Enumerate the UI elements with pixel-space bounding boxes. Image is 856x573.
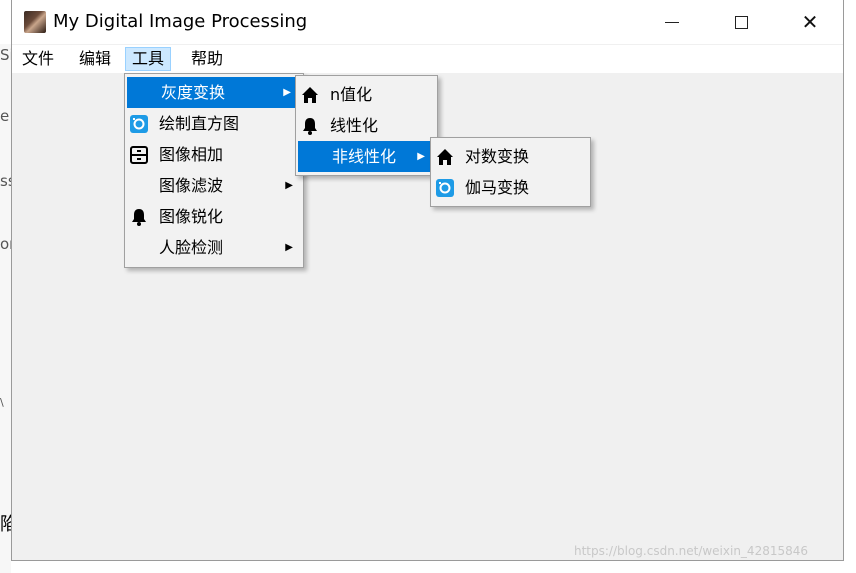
menu-edit[interactable]: 编辑 (73, 47, 117, 71)
menu-item-image-sharpen[interactable]: 图像锐化 (125, 201, 303, 232)
menu-item-nonlinear[interactable]: 非线性化 ▶ (298, 141, 435, 172)
maximize-button[interactable] (718, 0, 764, 44)
minimize-button[interactable] (649, 0, 695, 44)
camera-icon (435, 178, 455, 198)
menu-item-label: 线性化 (330, 116, 379, 135)
menu-item-label: 非线性化 (332, 147, 397, 166)
submenu-arrow-icon: ▶ (285, 180, 293, 191)
background-text-fragment: e (0, 107, 10, 125)
menu-tools[interactable]: 工具 (125, 47, 172, 71)
menu-help[interactable]: 帮助 (185, 47, 229, 71)
menu-item-draw-histogram[interactable]: 绘制直方图 (125, 108, 303, 139)
menu-item-label: 图像滤波 (159, 176, 224, 195)
panel-icon (129, 145, 149, 165)
close-button[interactable]: ✕ (787, 0, 833, 44)
menu-item-label: 绘制直方图 (159, 114, 240, 133)
close-icon: ✕ (801, 10, 819, 34)
menu-item-image-filter[interactable]: 图像滤波 ▶ (125, 170, 303, 201)
menu-item-label: n值化 (330, 85, 373, 104)
menu-item-label: 对数变换 (465, 147, 530, 166)
window-title: My Digital Image Processing (53, 11, 308, 32)
menu-item-face-detect[interactable]: 人脸检测 ▶ (125, 232, 303, 263)
submenu-arrow-icon: ▶ (285, 242, 293, 253)
menu-item-gamma-transform[interactable]: 伽马变换 (431, 172, 590, 203)
menu-item-n-value[interactable]: n值化 (296, 79, 437, 110)
background-text-fragment: \ (0, 396, 4, 409)
menu-item-linear[interactable]: 线性化 (296, 110, 437, 141)
home-icon (300, 85, 320, 105)
menu-item-label: 图像锐化 (159, 207, 224, 226)
home-icon (435, 147, 455, 167)
gray-transform-submenu: n值化 线性化 非线性化 ▶ (295, 75, 438, 176)
submenu-arrow-icon: ▶ (417, 151, 425, 162)
bell-icon (129, 207, 149, 227)
maximize-icon (734, 15, 748, 29)
app-icon (24, 11, 46, 33)
menu-item-label: 灰度变换 (161, 83, 226, 102)
menu-file[interactable]: 文件 (16, 47, 60, 71)
menu-bar: 文件 编辑 工具 帮助 (12, 45, 843, 73)
menu-item-image-add[interactable]: 图像相加 (125, 139, 303, 170)
camera-icon (129, 114, 149, 134)
menu-item-gray-transform[interactable]: 灰度变换 ▶ (127, 77, 301, 108)
menu-item-label: 图像相加 (159, 145, 224, 164)
menu-item-label: 人脸检测 (159, 238, 224, 257)
menu-item-log-transform[interactable]: 对数变换 (431, 141, 590, 172)
tools-menu: 灰度变换 ▶ 绘制直方图 图像相加 图像滤波 ▶ 图像锐化 人脸检测 ▶ (124, 73, 304, 268)
bell-icon (300, 116, 320, 136)
title-bar[interactable]: My Digital Image Processing ✕ (12, 0, 843, 44)
menu-item-label: 伽马变换 (465, 178, 530, 197)
submenu-arrow-icon: ▶ (283, 87, 291, 98)
minimize-icon (665, 21, 679, 23)
watermark: https://blog.csdn.net/weixin_42815846 (574, 544, 809, 558)
nonlinear-submenu: 对数变换 伽马变换 (430, 137, 591, 207)
